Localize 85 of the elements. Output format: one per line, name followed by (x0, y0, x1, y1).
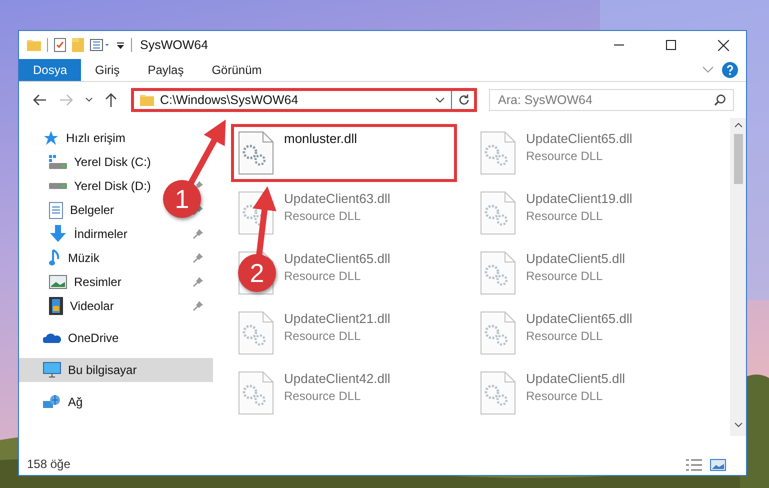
cloud-icon (43, 332, 61, 344)
file-type: Resource DLL (526, 269, 604, 283)
star-icon (43, 130, 59, 146)
gear-file-icon (480, 371, 516, 415)
drive-icon (49, 183, 67, 189)
sidebar-item[interactable]: İndirmeler (25, 222, 134, 246)
file-name[interactable]: UpdateClient42.dll (284, 371, 390, 386)
customize-arrow-icon[interactable] (116, 40, 125, 50)
dropdown-icon[interactable] (435, 97, 445, 103)
up-arrow-icon[interactable] (105, 93, 117, 107)
view-options-icon[interactable] (90, 39, 110, 51)
address-field[interactable]: C:\Windows\SysWOW64 (131, 88, 477, 112)
folder-icon (140, 94, 154, 106)
search-field[interactable]: Ara: SysWOW64 (489, 89, 734, 111)
ribbon-tab[interactable]: Görünüm (198, 59, 276, 81)
network-icon (43, 394, 61, 410)
monitor-icon (43, 362, 61, 378)
close-icon (718, 40, 728, 50)
window-title: SysWOW64 (140, 38, 208, 52)
drive-icon (49, 155, 67, 169)
file-type: Resource DLL (526, 209, 604, 223)
file-name[interactable]: UpdateClient21.dll (284, 311, 390, 326)
music-note-icon (49, 249, 61, 267)
maximize-icon (666, 40, 676, 50)
pin-icon[interactable] (193, 253, 203, 263)
sidebar-item[interactable]: Bu bilgisayar (19, 358, 213, 382)
sidebar-item[interactable]: Hızlı erişim (19, 126, 132, 150)
gear-file-icon (480, 131, 516, 175)
scroll-down-icon[interactable] (734, 422, 742, 428)
file-name[interactable]: UpdateClient5.dll (526, 371, 626, 386)
arrow (252, 186, 276, 256)
gear-file-icon (480, 311, 516, 355)
sidebar-item[interactable]: Yerel Disk (C:) (25, 150, 157, 174)
highlighted-file-item[interactable]: monluster.dll (231, 124, 457, 182)
pin-icon[interactable] (193, 229, 203, 239)
file-type: Resource DLL (284, 269, 362, 283)
ribbon-tab[interactable]: Paylaş (134, 59, 198, 81)
file-name[interactable]: UpdateClient65.dll (526, 311, 632, 326)
search-icon[interactable] (714, 94, 726, 106)
film-icon (49, 297, 63, 315)
item-count: 158 öğe (26, 457, 72, 473)
gear-file-icon (480, 251, 516, 295)
scroll-up-icon[interactable] (734, 122, 742, 128)
document-icon (49, 202, 63, 218)
pin-icon[interactable] (193, 301, 203, 311)
download-arrow-icon (49, 225, 67, 243)
file-type: Resource DLL (284, 209, 362, 223)
gear-file-icon (238, 371, 274, 415)
sidebar-item[interactable]: Belgeler (25, 198, 120, 222)
file-name[interactable]: UpdateClient19.dll (526, 191, 632, 206)
file-type: Resource DLL (284, 329, 362, 343)
properties-icon[interactable] (54, 38, 66, 52)
gear-file-icon (238, 311, 274, 355)
picture-icon (49, 275, 67, 289)
large-icons-view-icon[interactable] (710, 459, 726, 471)
file-type: Resource DLL (284, 389, 362, 403)
sidebar-item[interactable]: Müzik (25, 246, 106, 270)
sidebar-item[interactable]: Yerel Disk (D:) (25, 174, 157, 198)
file-type: Resource DLL (526, 389, 604, 403)
details-view-icon[interactable] (686, 459, 702, 471)
sidebar-item[interactable]: Videolar (25, 294, 120, 318)
file-name[interactable]: UpdateClient65.dll (526, 131, 632, 146)
expand-ribbon-icon[interactable] (702, 66, 714, 74)
file-name[interactable]: UpdateClient65.dll (284, 251, 390, 266)
minimize-icon (614, 44, 624, 46)
file-type: Resource DLL (526, 329, 604, 343)
gear-file-icon (238, 131, 274, 175)
help-icon[interactable] (722, 62, 738, 78)
file-name[interactable]: UpdateClient63.dll (284, 191, 390, 206)
recent-locations-icon[interactable] (85, 97, 93, 103)
sidebar-item[interactable]: OneDrive (19, 326, 125, 350)
gear-file-icon (238, 191, 274, 235)
ribbon-tab[interactable]: Giriş (81, 59, 134, 81)
scroll-thumb[interactable] (734, 134, 742, 184)
ribbon-tab[interactable]: Dosya (19, 59, 82, 81)
file-name[interactable]: monluster.dll (284, 131, 357, 146)
gear-file-icon (480, 191, 516, 235)
file-name[interactable]: UpdateClient5.dll (526, 251, 626, 266)
pin-icon[interactable] (193, 277, 203, 287)
sidebar-item[interactable]: Resimler (25, 270, 128, 294)
scrollbar[interactable] (730, 118, 746, 436)
back-arrow-icon[interactable] (33, 94, 47, 106)
refresh-icon[interactable] (458, 94, 470, 106)
file-type: Resource DLL (526, 149, 604, 163)
sidebar-item[interactable]: Ağ (19, 390, 89, 414)
